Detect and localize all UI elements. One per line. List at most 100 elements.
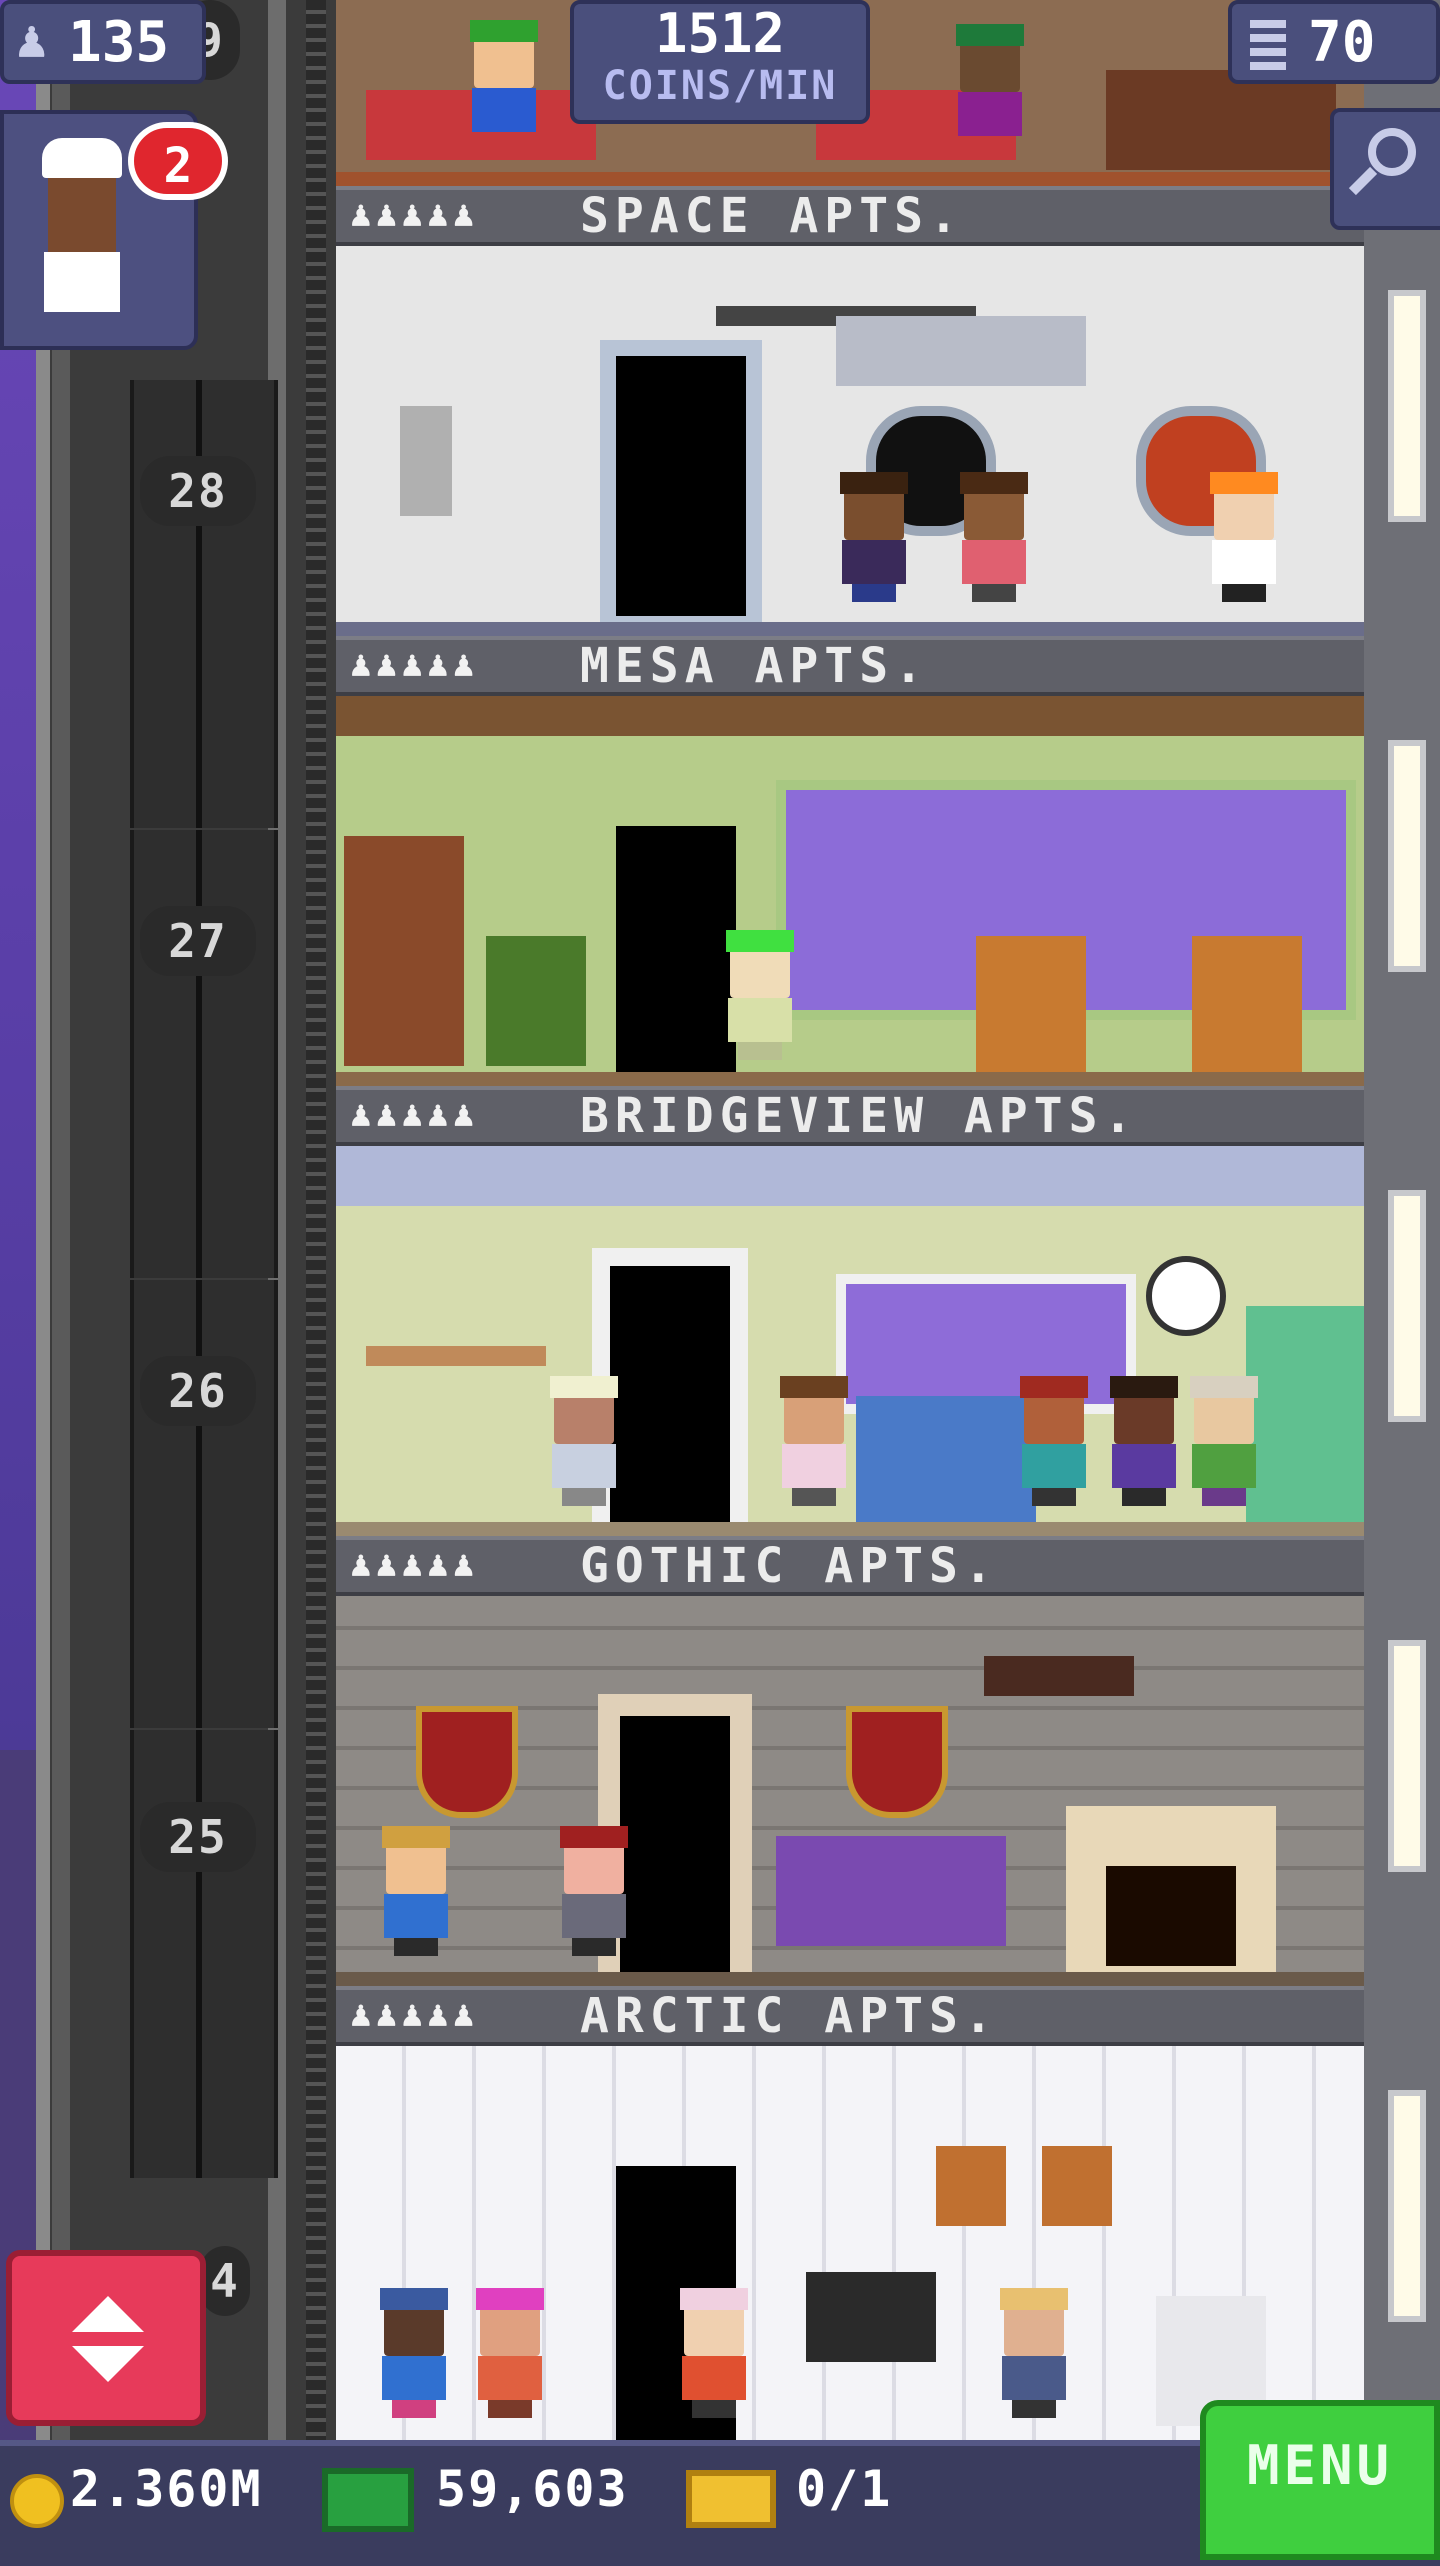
floor-number-26: 26 [140, 1356, 256, 1426]
resident-npc[interactable] [556, 1826, 636, 1972]
chef-npc[interactable] [466, 20, 546, 166]
shaft-car-segment [130, 1280, 278, 1728]
mesa-apts-room[interactable] [336, 696, 1364, 1086]
shaft-cable [196, 830, 202, 1278]
chandelier [984, 1656, 1134, 1696]
magnifier-icon [1368, 128, 1416, 176]
resident-npc[interactable] [1186, 1376, 1266, 1522]
notification-badge: 2 [128, 122, 228, 200]
floor-number-bottom: 4 [200, 2246, 250, 2316]
resident-npc[interactable] [722, 930, 802, 1076]
clock-icon [1146, 1256, 1226, 1336]
up-arrow-icon [72, 2296, 144, 2332]
shaft-car-segment [130, 380, 278, 828]
floor-number-28: 28 [140, 456, 256, 526]
income-unit: COINS/MIN [602, 63, 838, 109]
diner-npc[interactable] [952, 24, 1032, 170]
window-light [1388, 1640, 1426, 1872]
shaft-car-segment [130, 830, 278, 1278]
room-door [600, 340, 762, 632]
window-light [1388, 1190, 1426, 1422]
coins-value: 2.360M [70, 2460, 263, 2518]
shaft-cable [196, 1730, 202, 2178]
bridgeview-apts-room[interactable] [336, 1146, 1364, 1536]
floor-label-gothic[interactable]: ♟♟♟♟♟ GOTHIC APTS. [336, 1536, 1364, 1596]
residents-icon: ♟♟♟♟♟ [350, 194, 479, 235]
person-up-icon: ♟ [16, 10, 48, 70]
income-value: 1512 [654, 2, 786, 65]
resident-npc[interactable] [376, 2288, 456, 2434]
tv-set [806, 2272, 936, 2362]
armchair [1192, 936, 1302, 1076]
floor-name: MESA APTS. [580, 638, 929, 694]
ceiling [336, 1146, 1364, 1206]
sofa [856, 1396, 1036, 1526]
resident-npc[interactable] [472, 2288, 552, 2434]
building-icon [1250, 18, 1286, 70]
residents-icon: ♟♟♟♟♟ [350, 1544, 479, 1585]
wall-panel [400, 406, 452, 516]
floor-label-mesa[interactable]: ♟♟♟♟♟ MESA APTS. [336, 636, 1364, 696]
chef-face [48, 178, 116, 252]
resident-npc[interactable] [776, 1376, 856, 1522]
floor-label-bridgeview[interactable]: ♟♟♟♟♟ BRIDGEVIEW APTS. [336, 1086, 1364, 1146]
floor-name: BRIDGEVIEW APTS. [580, 1088, 1139, 1144]
resident-npc[interactable] [1016, 1376, 1096, 1522]
shaft-car-segment [130, 1730, 278, 2178]
residents-icon: ♟♟♟♟♟ [350, 1994, 479, 2035]
shaft-rail-left-inner [52, 0, 70, 2440]
window-light [1388, 2090, 1426, 2322]
floor-name: ARCTIC APTS. [580, 1988, 999, 2044]
resident-npc[interactable] [1206, 472, 1286, 618]
resident-npc[interactable] [378, 1826, 458, 1972]
floor-label-space[interactable]: ♟♟♟♟♟ SPACE APTS. [336, 186, 1364, 246]
population-counter[interactable]: ♟ 135 [0, 0, 206, 84]
control-panel [836, 316, 1086, 386]
bookshelf [344, 836, 464, 1066]
magnifier-handle [1348, 166, 1378, 196]
resident-npc[interactable] [836, 472, 916, 618]
potted-plant [486, 936, 586, 1066]
sofa [776, 1836, 1006, 1946]
residents-icon: ♟♟♟♟♟ [350, 644, 479, 685]
room-door [592, 1248, 748, 1536]
residents-icon: ♟♟♟♟♟ [350, 1094, 479, 1135]
floor-number-25: 25 [140, 1802, 256, 1872]
ticket-icon [686, 2470, 776, 2528]
armchair [976, 936, 1086, 1076]
floor-label-arctic[interactable]: ♟♟♟♟♟ ARCTIC APTS. [336, 1986, 1364, 2046]
floor-count-value: 70 [1308, 10, 1376, 75]
shield-decor [846, 1706, 948, 1818]
room-door [616, 826, 736, 1076]
arctic-apts-room[interactable] [336, 2046, 1364, 2440]
menu-button[interactable]: MENU [1200, 2400, 1440, 2560]
space-apts-room[interactable] [336, 246, 1364, 636]
floor-counter[interactable]: 70 [1228, 0, 1440, 84]
resident-npc[interactable] [546, 1376, 626, 1522]
shaft-rail-left [36, 0, 50, 2440]
resident-npc[interactable] [676, 2288, 756, 2434]
bux-value: 59,603 [436, 2460, 629, 2518]
picture-frame [1042, 2146, 1112, 2226]
shaft-cable [196, 380, 202, 828]
gothic-apts-room[interactable] [336, 1596, 1364, 1986]
income-display: 1512 COINS/MIN [570, 0, 870, 124]
elevator-chain [306, 0, 326, 2440]
chef-avatar [42, 138, 122, 178]
resident-npc[interactable] [996, 2288, 1076, 2434]
restaurant-counter [1106, 70, 1336, 170]
window-light [1388, 290, 1426, 522]
down-arrow-icon [72, 2346, 144, 2382]
search-button[interactable] [1330, 108, 1440, 230]
resident-npc[interactable] [1106, 1376, 1186, 1522]
fireplace-opening [1106, 1866, 1236, 1966]
floor-name: SPACE APTS. [580, 188, 964, 244]
coin-icon [10, 2474, 64, 2528]
bux-icon [322, 2468, 414, 2532]
room-door [598, 1694, 752, 1986]
shield-decor [416, 1706, 518, 1818]
elevator-button[interactable] [6, 2250, 206, 2426]
ceiling-beams [336, 696, 1364, 736]
floor-name: GOTHIC APTS. [580, 1538, 999, 1594]
resident-npc[interactable] [956, 472, 1036, 618]
